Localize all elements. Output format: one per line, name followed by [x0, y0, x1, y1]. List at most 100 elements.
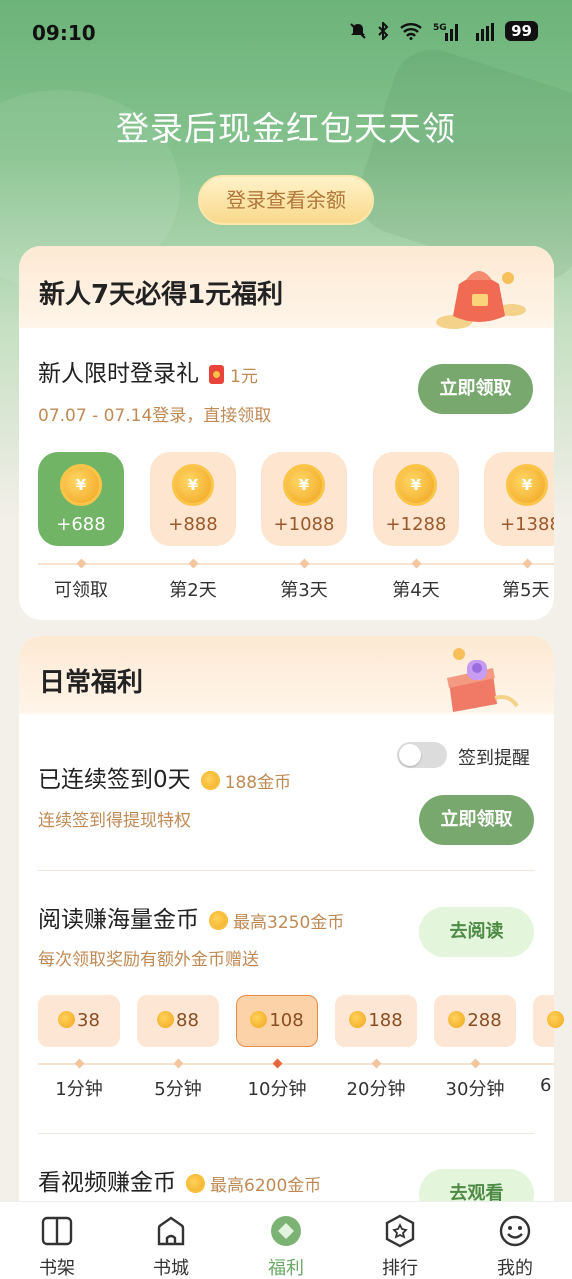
tab-label: 排行 — [382, 1258, 418, 1279]
book-open-icon — [41, 1216, 73, 1246]
video-reward: 最高6200金币 — [210, 1176, 322, 1196]
day-label: 第4天 — [392, 580, 440, 601]
status-bar: 09:10 5G 99 — [0, 0, 572, 66]
status-time: 09:10 — [32, 21, 96, 45]
reading-tier-5[interactable]: 288 — [434, 995, 516, 1047]
card-title: 日常福利 — [39, 668, 144, 698]
tab-label: 我的 — [497, 1258, 533, 1279]
day-card-3[interactable]: ¥ +1088 — [261, 452, 347, 546]
mute-bell-icon — [350, 23, 366, 39]
login-check-balance-button[interactable]: 登录查看余额 — [198, 175, 374, 225]
newbie-reward-amount: 1元 — [230, 367, 258, 387]
wifi-icon — [400, 23, 422, 40]
tier-label: 5分钟 — [154, 1079, 202, 1100]
newbie-row-title: 新人限时登录礼 — [38, 361, 199, 387]
checkin-row: 已连续签到0天 188金币 — [38, 760, 291, 794]
coin-icon — [250, 1010, 268, 1028]
signal-icon — [476, 23, 495, 41]
day-label: 第5天 — [502, 580, 550, 601]
day-card-2[interactable]: ¥ +888 — [150, 452, 236, 546]
smiley-icon — [499, 1215, 531, 1247]
section-divider — [38, 870, 535, 871]
reading-tier-2[interactable]: 88 — [137, 995, 219, 1047]
gold-coin-icon — [186, 1174, 205, 1193]
coin-icon: ¥ — [283, 464, 325, 506]
video-title: 看视频赚金币 — [38, 1170, 176, 1196]
day-value: +888 — [168, 514, 218, 535]
reading-subtitle: 每次领取奖励有额外金币赠送 — [38, 950, 259, 970]
svg-text:5G: 5G — [433, 23, 447, 33]
newbie-login-gift-row: 新人限时登录礼 1元 — [38, 354, 258, 388]
checkin-subtitle: 连续签到得提现特权 — [38, 811, 191, 831]
tab-bookshelf[interactable]: 书架 — [0, 1202, 114, 1279]
checkin-claim-button[interactable]: 立即领取 — [419, 795, 534, 845]
battery-icon: 99 — [505, 21, 538, 41]
card-header: 日常福利 — [19, 636, 554, 714]
tab-bookstore[interactable]: 书城 — [114, 1202, 228, 1279]
lucky-bag-icon — [436, 271, 526, 329]
tab-ranking[interactable]: 排行 — [343, 1202, 457, 1279]
reading-row: 阅读赚海量金币 最高3250金币 — [38, 900, 344, 934]
checkin-title: 已连续签到0天 — [38, 767, 191, 793]
day-value: +1288 — [385, 514, 447, 535]
red-envelope-icon — [209, 365, 224, 384]
star-badge-icon — [385, 1214, 415, 1248]
reading-tier-4[interactable]: 188 — [335, 995, 417, 1047]
day-card-5[interactable]: ¥ +1388 — [484, 452, 554, 546]
coin-icon — [547, 1010, 564, 1028]
gold-coin-icon — [200, 771, 220, 790]
house-icon — [157, 1216, 185, 1246]
tier-label: 1分钟 — [55, 1079, 103, 1100]
coin-icon — [58, 1010, 76, 1028]
tier-coins: 88 — [176, 1010, 199, 1031]
newbie-subtitle: 07.07 - 07.14登录，直接领取 — [38, 406, 272, 426]
tier-coins: 188 — [368, 1010, 403, 1031]
signal-5g-icon: 5G — [433, 23, 459, 41]
tier-coins: 288 — [467, 1010, 502, 1031]
welfare-diamond-icon — [271, 1216, 301, 1246]
gift-box-icon — [447, 648, 519, 712]
day-card-4[interactable]: ¥ +1288 — [373, 452, 459, 546]
reading-reward: 最高3250金币 — [233, 913, 345, 933]
tab-mine[interactable]: 我的 — [458, 1202, 572, 1279]
gold-coin-icon — [209, 911, 228, 930]
day-value: +688 — [56, 514, 106, 535]
bluetooth-icon — [378, 22, 389, 40]
card-title: 新人7天必得1元福利 — [39, 280, 284, 310]
day-label: 第2天 — [169, 580, 217, 601]
coin-icon: ¥ — [506, 464, 548, 506]
video-row: 看视频赚金币 最高6200金币 — [38, 1163, 321, 1197]
go-read-button[interactable]: 去阅读 — [419, 907, 534, 957]
reading-title: 阅读赚海量金币 — [38, 907, 199, 933]
day-value: +1388 — [500, 514, 554, 535]
newbie-claim-button[interactable]: 立即领取 — [418, 364, 533, 414]
checkin-reminder-label: 签到提醒 — [458, 748, 530, 769]
tier-coins: 108 — [269, 1010, 304, 1031]
reading-tier-3[interactable]: 108 — [236, 995, 318, 1047]
tier-label: 30分钟 — [445, 1079, 505, 1100]
day-label: 第3天 — [280, 580, 328, 601]
day-track-line — [38, 563, 554, 565]
day-label: 可领取 — [54, 580, 108, 601]
reading-tier-1[interactable]: 38 — [38, 995, 120, 1047]
tab-label: 福利 — [268, 1258, 304, 1279]
coin-icon: ¥ — [172, 464, 214, 506]
tier-label: 6 — [540, 1075, 552, 1096]
tab-welfare[interactable]: 福利 — [229, 1202, 343, 1279]
bottom-tab-bar: 书架 书城 福利 排行 我的 — [0, 1201, 572, 1279]
coin-icon — [157, 1010, 175, 1028]
coin-icon — [448, 1010, 466, 1028]
coin-icon: ¥ — [60, 464, 102, 506]
status-icons: 5G 99 — [349, 21, 538, 41]
checkin-reward: 188金币 — [224, 773, 292, 793]
tab-label: 书架 — [39, 1258, 75, 1279]
coin-icon — [349, 1010, 367, 1028]
card-header: 新人7天必得1元福利 — [19, 246, 554, 329]
tier-label: 10分钟 — [247, 1079, 307, 1100]
checkin-reminder-toggle[interactable] — [397, 742, 447, 768]
day-card-1[interactable]: ¥ +688 — [38, 452, 124, 546]
section-divider — [38, 1133, 535, 1134]
page-headline: 登录后现金红包天天领 — [116, 109, 456, 148]
reading-tier-6[interactable] — [533, 995, 564, 1047]
day-value: +1088 — [273, 514, 335, 535]
